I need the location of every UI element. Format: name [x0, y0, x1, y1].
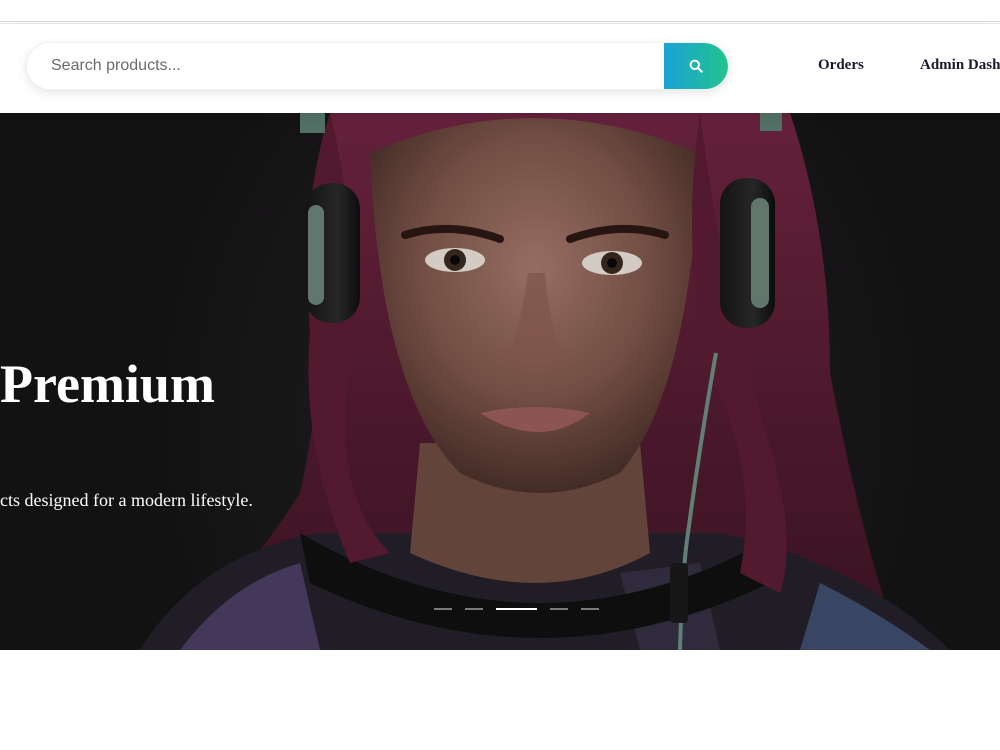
hero-title: Premium — [0, 354, 215, 414]
search-button[interactable] — [664, 43, 728, 89]
carousel-indicator[interactable] — [465, 608, 483, 610]
search-icon — [689, 59, 703, 76]
carousel-indicator[interactable] — [496, 608, 537, 610]
top-divider — [0, 21, 1000, 24]
search-bar — [26, 42, 729, 90]
carousel-indicators — [434, 608, 599, 610]
hero-banner: Premium cts designed for a modern lifest… — [0, 113, 1000, 650]
nav-admin-dashboard-link[interactable]: Admin Dashboard — [920, 57, 1000, 74]
search-input[interactable] — [27, 43, 666, 89]
carousel-indicator[interactable] — [434, 608, 452, 610]
navbar: Orders Admin Dashboard — [0, 25, 1000, 113]
nav-orders-link[interactable]: Orders — [818, 57, 864, 74]
carousel-indicator[interactable] — [550, 608, 568, 610]
hero-text-area: Premium cts designed for a modern lifest… — [0, 113, 1000, 650]
carousel-indicator[interactable] — [581, 608, 599, 610]
hero-subtitle: cts designed for a modern lifestyle. — [0, 490, 253, 510]
